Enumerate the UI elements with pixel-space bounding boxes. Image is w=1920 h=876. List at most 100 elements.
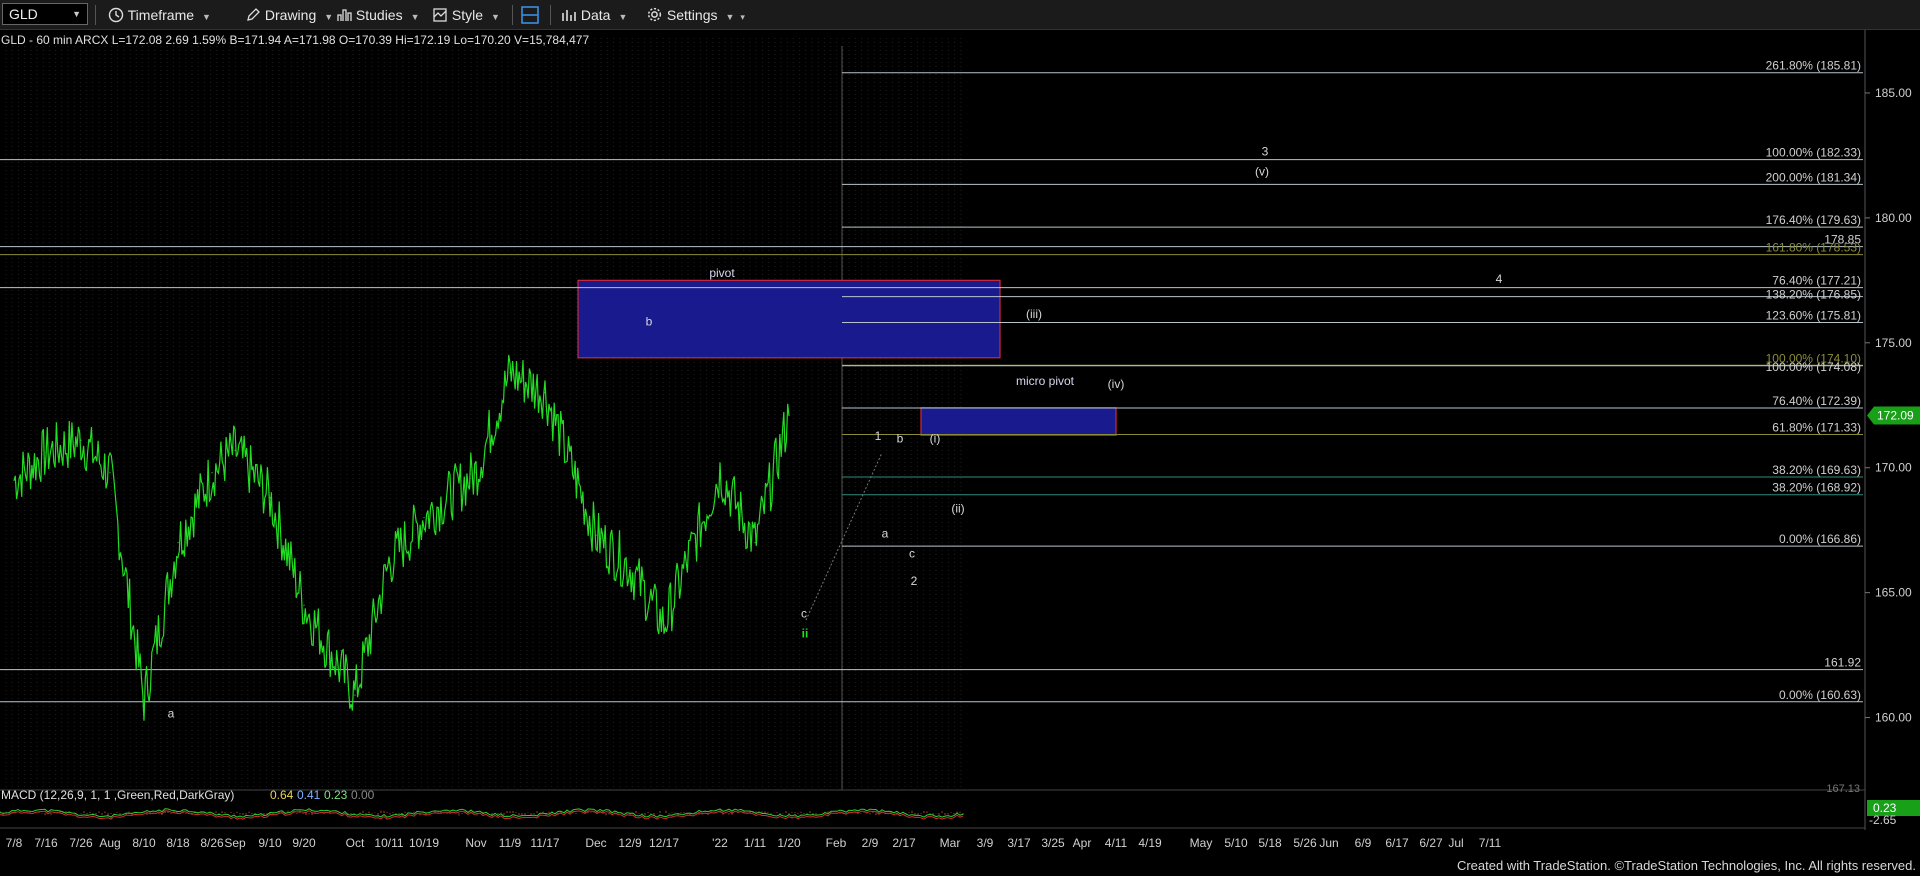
price-point (629, 567, 631, 569)
toolbar-divider (550, 5, 551, 25)
x-tick-label: 6/27 (1419, 836, 1443, 850)
x-tick-label: 7/26 (69, 836, 93, 850)
price-point (143, 699, 145, 701)
macd-upper-tick: 167.13 (1826, 783, 1860, 795)
x-tick-label: 12/17 (649, 836, 679, 850)
x-tick-label: Dec (585, 836, 606, 850)
y-tick-label: 180.00 (1875, 211, 1912, 225)
price-point (109, 472, 111, 474)
level-label: 138.20% (176.85) (1766, 288, 1861, 302)
studies-label: Studies (355, 7, 403, 23)
x-tick-label: 7/11 (1479, 836, 1502, 850)
trend-line (805, 452, 883, 621)
drawing-button[interactable]: Drawing ▼ (245, 3, 333, 27)
chart-header: GLD - 60 min ARCX L=172.08 2.69 1.59% B=… (1, 33, 589, 47)
layout-button[interactable] (520, 3, 540, 27)
level-label: 100.00% (182.33) (1766, 146, 1861, 160)
macd-value: 0.64 (270, 788, 294, 802)
micro-pivot-label: micro pivot (1016, 374, 1075, 388)
x-tick-label: Oct (346, 836, 365, 850)
timeframe-label: Timeframe (127, 7, 195, 23)
style-button[interactable]: Style ▼ (432, 3, 500, 27)
wave-label: a (882, 527, 889, 541)
price-point (509, 372, 511, 374)
price-axis-panel (1865, 30, 1920, 876)
macd-value: 0.41 (297, 788, 321, 802)
wave-label: c (801, 607, 807, 621)
y-tick-label: 160.00 (1875, 711, 1912, 725)
data-button[interactable]: Data ▼ (561, 3, 627, 27)
pivot-box (577, 279, 1001, 359)
price-chart: 185.00 180.00 175.00 170.00 165.00 160.00 pivo… (0, 30, 1920, 876)
price-point (211, 472, 213, 474)
x-tick-label: 8/18 (166, 836, 190, 850)
x-tick-label: Mar (940, 836, 961, 850)
wave-label: (i) (930, 432, 941, 446)
style-icon (433, 8, 447, 22)
price-point (788, 414, 790, 417)
toolbar: GLD ▼ Timeframe ▼ Drawing ▼ Studies ▼ Style… (0, 0, 1920, 30)
x-tick-label: 6/17 (1385, 836, 1409, 850)
x-tick-label: 10/19 (409, 836, 439, 850)
level-label: 123.60% (175.81) (1766, 309, 1861, 323)
wave-label: 2 (911, 574, 918, 588)
x-tick-label: 5/18 (1258, 836, 1282, 850)
drawing-label: Drawing (264, 7, 317, 23)
wave-label: b (646, 314, 653, 328)
wave-label: 1 (875, 429, 882, 443)
wave-label: a (168, 707, 175, 721)
level-label: 200.00% (181.34) (1766, 170, 1861, 184)
price-point (45, 452, 47, 454)
level-label: 100.00% (174.08) (1766, 360, 1861, 374)
wave-label: c (909, 547, 915, 561)
y-tick-label: 175.00 (1875, 336, 1912, 350)
x-tick-label: Jun (1319, 836, 1338, 850)
macd-value: 0.23 (324, 788, 348, 802)
settings-label: Settings (666, 7, 718, 23)
wave-label: (iv) (1108, 377, 1125, 391)
x-tick-label: Jul (1448, 836, 1463, 850)
chevron-down-icon: ▼ (725, 12, 735, 22)
chevron-down-icon: ▼ (72, 9, 81, 19)
settings-button[interactable]: Settings ▼ ▾ (646, 3, 745, 27)
level-label: 261.80% (185.81) (1766, 59, 1861, 73)
price-point (177, 542, 179, 544)
price-point (754, 542, 756, 544)
wave-label: ii (802, 627, 809, 641)
style-label: Style (451, 7, 484, 23)
x-tick-label: Aug (99, 836, 120, 850)
symbol-selector[interactable]: GLD ▼ (2, 3, 88, 25)
clock-icon (108, 7, 124, 23)
studies-button[interactable]: Studies ▼ (336, 3, 420, 27)
x-tick-label: 7/16 (34, 836, 58, 850)
wave-label: (v) (1255, 164, 1269, 178)
x-tick-label: 4/19 (1138, 836, 1162, 850)
level-label: 38.20% (168.92) (1772, 481, 1861, 495)
macd-value: 0.00 (351, 788, 375, 802)
chevron-down-icon: ▼ (324, 12, 334, 22)
x-tick-label: 12/9 (618, 836, 642, 850)
x-tick-label: 4/11 (1105, 836, 1128, 850)
x-tick-label: 8/26 (200, 836, 224, 850)
x-tick-label: 3/25 (1041, 836, 1065, 850)
x-tick-label: 9/10 (258, 836, 282, 850)
price-point (303, 604, 305, 606)
x-tick-label: 11/17 (530, 836, 559, 850)
level-label: 176.40% (179.63) (1766, 213, 1861, 227)
x-tick-label: '22 (712, 836, 728, 850)
price-point (13, 479, 15, 481)
level-label: 76.40% (172.39) (1772, 394, 1861, 408)
level-label: 38.20% (169.63) (1772, 463, 1861, 477)
toolbar-divider (95, 5, 96, 25)
timeframe-button[interactable]: Timeframe ▼ (108, 3, 211, 27)
x-tick-label: 3/17 (1007, 836, 1031, 850)
x-tick-label: Nov (465, 836, 486, 850)
pivot-label: pivot (709, 266, 735, 280)
x-tick-label: Feb (826, 836, 847, 850)
gear-icon (647, 7, 662, 22)
chevron-down-icon: ▼ (410, 12, 420, 22)
x-tick-label: 1/20 (777, 836, 801, 850)
footer-credit: Created with TradeStation. ©TradeStation… (1456, 858, 1916, 873)
micro-pivot-box (920, 407, 1117, 436)
x-tick-label: 5/26 (1293, 836, 1317, 850)
